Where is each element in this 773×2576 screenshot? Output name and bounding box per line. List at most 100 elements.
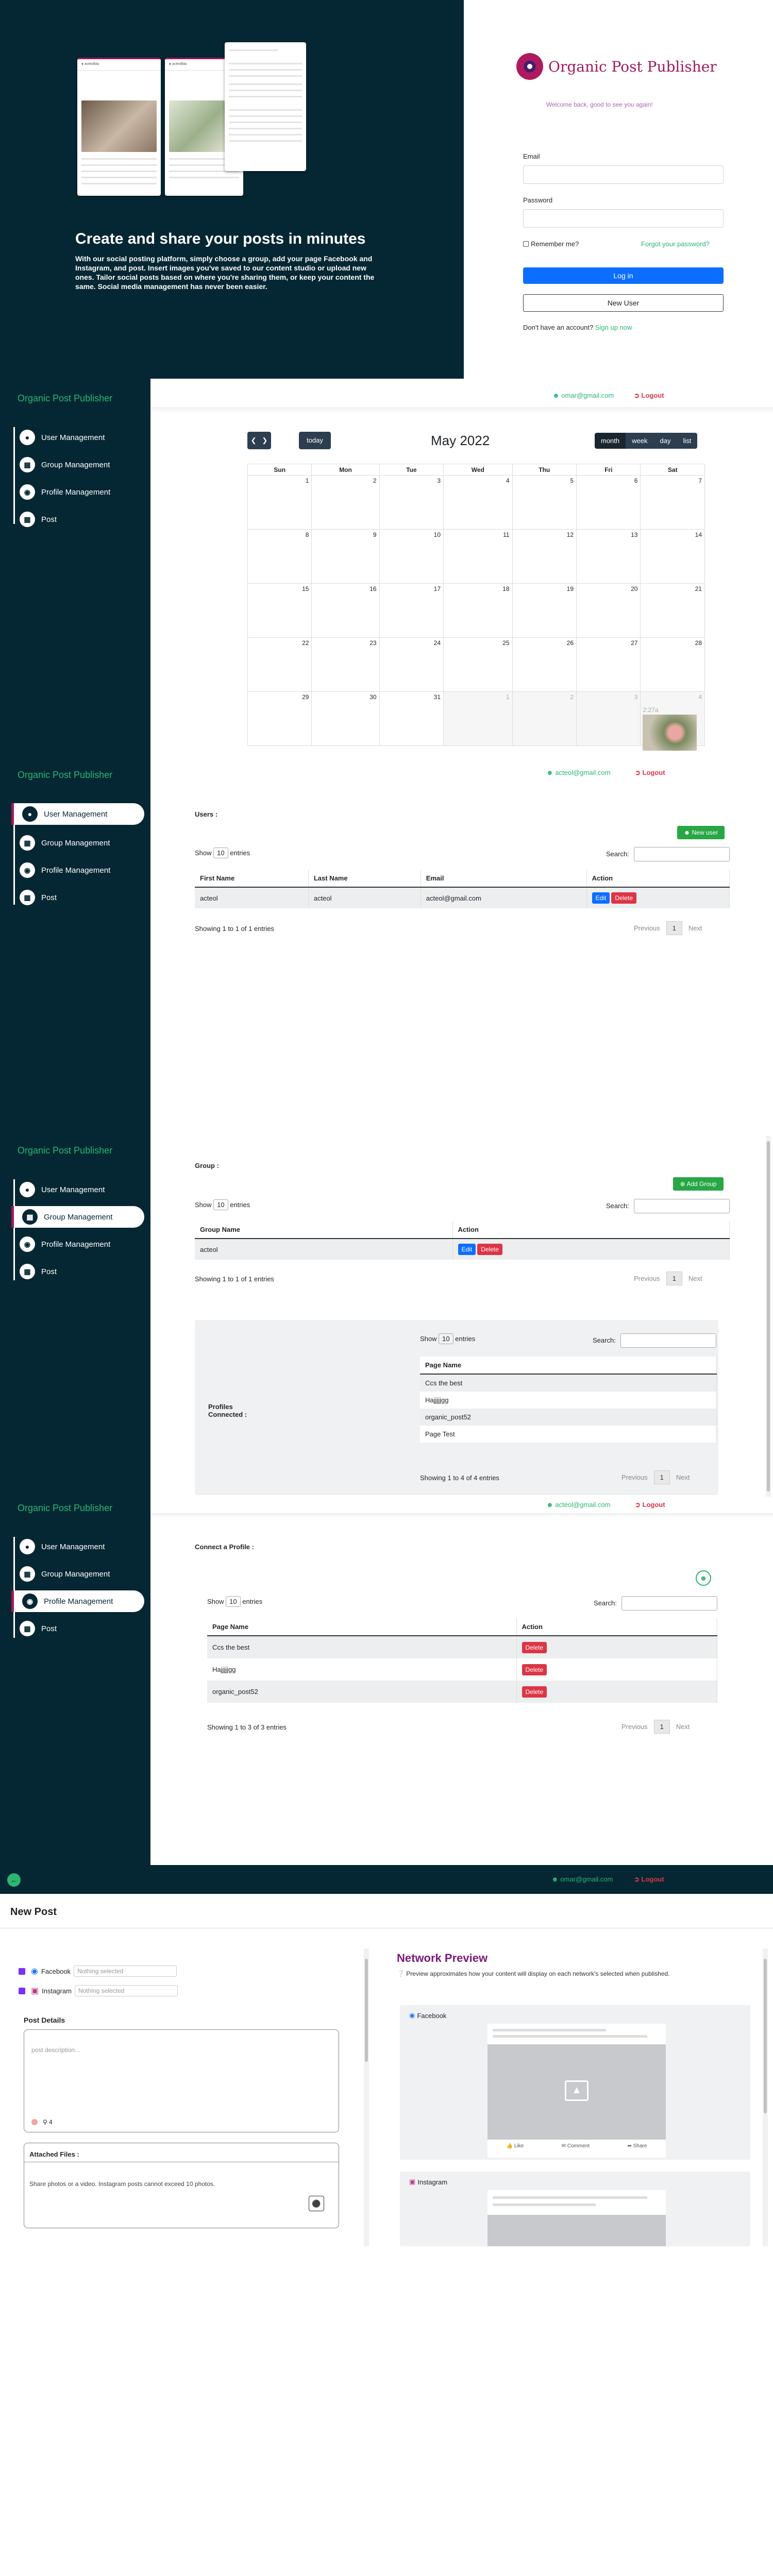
logout-link[interactable]: ➲ Logout: [634, 1875, 664, 1884]
entries-select[interactable]: 10: [213, 1199, 228, 1210]
prev-page[interactable]: Previous: [634, 1275, 660, 1282]
column-header[interactable]: Action: [516, 1618, 717, 1636]
nav-profile-management[interactable]: ◉ Profile Management: [11, 1590, 144, 1612]
add-media-icon[interactable]: ⚫: [309, 2196, 324, 2211]
calendar-day[interactable]: 8: [247, 529, 312, 584]
next-page[interactable]: Next: [688, 924, 702, 932]
calendar-day[interactable]: 24: [379, 637, 444, 692]
calendar-day[interactable]: 17: [379, 583, 444, 638]
post-description-input[interactable]: post description...: [31, 2046, 80, 2054]
remember-checkbox[interactable]: [523, 241, 529, 247]
next-page[interactable]: Next: [676, 1723, 690, 1731]
calendar-day[interactable]: 19: [512, 583, 577, 638]
new-user-btn[interactable]: ☻ New user: [677, 826, 725, 839]
profiles-search-input[interactable]: [620, 1333, 716, 1348]
column-header[interactable]: Last Name: [308, 870, 421, 888]
nav-profile-management[interactable]: ◉ Profile Management: [11, 1233, 144, 1255]
view-month-button[interactable]: month: [595, 433, 626, 449]
delete-button[interactable]: Delete: [522, 1686, 547, 1698]
post-description-box[interactable]: post description... ⚲ 4: [24, 2029, 339, 2132]
nav-group-management[interactable]: ▦ Group Management: [11, 1563, 144, 1585]
sign-up-link[interactable]: Sign up now: [595, 324, 632, 331]
delete-button[interactable]: Delete: [477, 1244, 502, 1255]
emoji-icon[interactable]: [31, 2119, 38, 2125]
nav-post[interactable]: ▦ Post: [11, 1618, 144, 1639]
calendar-day[interactable]: 7: [640, 475, 705, 530]
prev-page[interactable]: Previous: [634, 924, 660, 932]
new-user-button[interactable]: New User: [523, 294, 724, 312]
calendar-event[interactable]: 2:27a: [643, 706, 697, 751]
location-icon[interactable]: ⚲ 4: [43, 2119, 53, 2126]
right-scrollbar[interactable]: [763, 1948, 768, 2246]
nav-group-management[interactable]: ▦ Group Management: [11, 832, 144, 854]
today-button[interactable]: today: [299, 432, 331, 449]
current-page[interactable]: 1: [653, 1720, 670, 1734]
calendar-day[interactable]: 6: [576, 475, 641, 530]
nav-profile-management[interactable]: ◉ Profile Management: [11, 859, 144, 881]
column-header[interactable]: Page Name: [207, 1618, 517, 1636]
instagram-pages-select[interactable]: Nothing selected: [74, 1985, 178, 1996]
calendar-day[interactable]: 23: [311, 637, 380, 692]
search-input[interactable]: [634, 847, 730, 861]
calendar-day[interactable]: 16: [311, 583, 380, 638]
column-header[interactable]: Action: [586, 870, 730, 888]
entries-select[interactable]: 10: [213, 848, 228, 858]
calendar-day[interactable]: 21: [640, 583, 705, 638]
column-header[interactable]: Action: [452, 1221, 730, 1239]
prev-page[interactable]: Previous: [621, 1723, 648, 1731]
calendar-day[interactable]: 31: [379, 691, 444, 746]
left-scrollbar[interactable]: [364, 1948, 369, 2246]
calendar-day[interactable]: 26: [512, 637, 577, 692]
nav-group-management[interactable]: ▦ Group Management: [11, 1206, 144, 1228]
password-field[interactable]: [523, 209, 724, 228]
calendar-day[interactable]: 3: [379, 475, 444, 530]
prev-page[interactable]: Previous: [621, 1473, 648, 1481]
scrollbar[interactable]: [766, 1136, 771, 1497]
calendar-day[interactable]: 2: [512, 691, 577, 746]
nav-profile-management[interactable]: ◉ Profile Management: [11, 481, 144, 503]
add-profile-icon[interactable]: ☻: [696, 1570, 711, 1586]
email-field[interactable]: [523, 165, 724, 184]
prev-month-icon[interactable]: ❮: [251, 436, 257, 444]
calendar-day[interactable]: 27: [576, 637, 641, 692]
instagram-checkbox[interactable]: [19, 1987, 25, 1994]
current-page[interactable]: 1: [653, 1470, 670, 1484]
search-input[interactable]: [634, 1199, 730, 1213]
delete-button[interactable]: Delete: [522, 1641, 547, 1653]
calendar-day[interactable]: 1: [247, 475, 312, 530]
column-header[interactable]: Page Name: [420, 1357, 717, 1375]
nav-user-management[interactable]: ● User Management: [11, 1536, 144, 1557]
view-list-button[interactable]: list: [677, 433, 698, 449]
edit-button[interactable]: Edit: [458, 1244, 476, 1255]
calendar-day[interactable]: 18: [443, 583, 513, 638]
calendar-day[interactable]: 13: [576, 529, 641, 584]
profiles-entries-select[interactable]: 10: [439, 1333, 453, 1344]
logout-link[interactable]: ➲ Logout: [634, 392, 664, 400]
calendar-day[interactable]: 28: [640, 637, 705, 692]
delete-button[interactable]: Delete: [611, 892, 637, 904]
calendar-day[interactable]: 10: [379, 529, 444, 584]
calendar-day[interactable]: 3: [576, 691, 641, 746]
nav-user-management[interactable]: ● User Management: [11, 1179, 144, 1200]
calendar-day[interactable]: 11: [443, 529, 513, 584]
calendar-day[interactable]: 2: [311, 475, 380, 530]
calendar-day[interactable]: 9: [311, 529, 380, 584]
edit-button[interactable]: Edit: [592, 892, 610, 904]
current-page[interactable]: 1: [666, 1272, 682, 1285]
calendar-day[interactable]: 12: [512, 529, 577, 584]
calendar-day[interactable]: 20: [576, 583, 641, 638]
calendar-day[interactable]: 30: [311, 691, 380, 746]
calendar-day[interactable]: 1: [443, 691, 513, 746]
nav-user-management[interactable]: ● User Management: [11, 803, 144, 825]
calendar-day[interactable]: 22: [247, 637, 312, 692]
search-input[interactable]: [621, 1596, 717, 1611]
calendar-day[interactable]: 14: [640, 529, 705, 584]
calendar-day[interactable]: 4: [443, 475, 513, 530]
forgot-password-link[interactable]: Forgot your password?: [641, 240, 710, 248]
login-button[interactable]: Log in: [523, 267, 724, 284]
calendar-day[interactable]: 25: [443, 637, 513, 692]
current-page[interactable]: 1: [666, 921, 682, 935]
column-header[interactable]: First Name: [195, 870, 309, 888]
add-group-btn[interactable]: ⊕ Add Group: [673, 1177, 724, 1191]
back-arrow-icon[interactable]: ←: [7, 1873, 21, 1887]
